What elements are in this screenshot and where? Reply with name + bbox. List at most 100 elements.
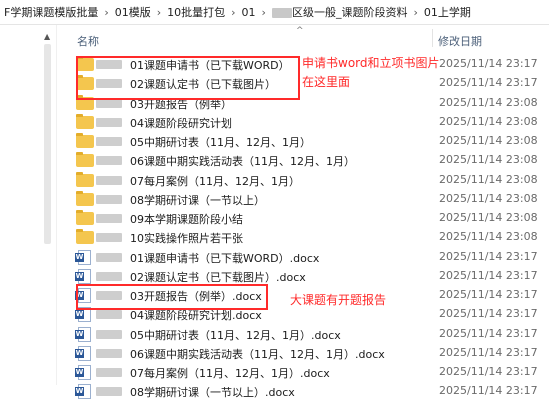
breadcrumb-item[interactable]: 01 [238,6,260,19]
file-name: 10实践操作照片若干张 [130,232,243,246]
modified-date: 2025/11/14 23:17 [439,384,538,398]
file-row[interactable]: 06课题中期实践活动表（11月、12月、1月）.docx 2025/11/14 2… [60,344,549,363]
folder-icon [76,229,94,245]
breadcrumb-item-label: F学期课题模版批量 [4,6,99,19]
breadcrumb: F学期课题模版批量 › 01模版 › 10批量打包 › 01 › 区级一般_课题阶段资料 › 01上… [0,0,549,25]
redacted-text [96,214,122,223]
folder-icon [76,190,94,206]
redacted-text [96,252,122,262]
file-row[interactable]: 07每月案例（11月、12月、1月）.docx 2025/11/14 23:17 [60,363,549,382]
folder-icon [76,210,94,225]
folder-icon [76,152,94,168]
annotation-bottom: 大课题有开题报告 [290,293,387,307]
redacted-text [96,348,122,358]
breadcrumb-item-label: 01模版 [114,6,151,19]
redacted-text [96,156,122,166]
breadcrumb-item-label: 10批量打包 [167,6,226,19]
word-doc-icon [75,345,91,361]
breadcrumb-separator-icon[interactable]: › [229,6,237,19]
sort-caret-icon: ^ [296,26,304,36]
modified-date: 2025/11/14 23:17 [439,365,538,378]
redacted-text [96,233,122,243]
redacted-text [96,387,122,397]
breadcrumb-separator-icon[interactable]: › [411,6,419,19]
redacted-text [96,368,122,377]
file-name: 05中期研讨表（11月、12月、1月） [130,136,311,149]
word-doc-icon [75,384,91,400]
annotation-top-line2: 在这里面 [302,75,351,89]
folder-icon [76,113,94,129]
file-name: 07每月案例（11月、12月、1月） [130,174,300,188]
scroll-up-arrow-icon[interactable]: ▲ [44,32,50,41]
modified-date: 2025/11/14 23:08 [439,191,538,205]
file-name: 06课题中期实践活动表（11月、12月、1月）.docx [130,347,385,361]
file-row[interactable]: 08学期研讨课（一节以上）.docx 2025/11/14 23:17 [60,382,549,401]
breadcrumb-separator-icon[interactable]: › [102,6,110,19]
redacted-text [96,271,122,281]
file-name: 09本学期课题阶段小结 [130,213,243,226]
modified-date: 2025/11/14 23:17 [439,326,538,340]
redacted-text [96,137,122,146]
column-header: 名称 ^ 修改日期 [60,25,549,51]
word-doc-icon [75,249,91,265]
modified-date: 2025/11/14 23:17 [439,345,538,359]
breadcrumb-separator-icon[interactable]: › [155,6,163,19]
modified-date: 2025/11/14 23:08 [439,172,538,186]
redacted-text [96,329,122,339]
file-name: 05中期研讨表（11月、12月、1月）.docx [130,328,341,342]
file-row[interactable]: 01课题申请书（已下载WORD）.docx 2025/11/14 23:17 [60,248,549,267]
file-name: 08学期研讨课（一节以上） [130,193,265,207]
file-name: 01课题申请书（已下载WORD）.docx [130,251,320,265]
column-name-header[interactable]: 名称 [77,33,99,49]
file-name: 08学期研讨课（一节以上）.docx [130,386,295,400]
folder-icon [76,133,94,148]
folder-row[interactable]: 08学期研讨课（一节以上） 2025/11/14 23:08 [60,190,549,209]
folder-row[interactable]: 09本学期课题阶段小结 2025/11/14 23:08 [60,209,549,228]
breadcrumb-item-label: 区级一般_课题阶段资料 [291,6,408,19]
folder-row[interactable]: 10实践操作照片若干张 2025/11/14 23:08 [60,228,549,247]
modified-date: 2025/11/14 23:08 [439,95,538,109]
redacted-text [96,194,122,204]
redacted-text [96,175,122,185]
breadcrumb-item[interactable]: 10批量打包 [163,4,229,20]
modified-date: 2025/11/14 23:08 [439,230,538,244]
modified-date: 2025/11/14 23:17 [439,249,538,263]
breadcrumb-item-label: 01上学期 [423,6,471,19]
highlight-box-folders [76,56,300,100]
modified-date: 2025/11/14 23:08 [439,114,538,128]
redacted-text [96,310,122,320]
file-row[interactable]: 05中期研讨表（11月、12月、1月）.docx 2025/11/14 23:17 [60,325,549,344]
folder-icon [76,171,94,187]
redacted-text [271,8,292,18]
column-divider[interactable] [432,29,433,47]
modified-date: 2025/11/14 23:17 [439,288,538,301]
modified-date: 2025/11/14 23:17 [439,76,538,90]
redacted-text [96,117,122,127]
breadcrumb-item[interactable]: 01上学期 [420,4,475,20]
file-name: 04课题阶段研究计划 [130,116,232,130]
folder-row[interactable]: 06课题中期实践活动表（11月、12月、1月） 2025/11/14 23:08 [60,151,549,170]
folder-row[interactable]: 07每月案例（11月、12月、1月） 2025/11/14 23:08 [60,171,549,190]
folder-row[interactable]: 05中期研讨表（11月、12月、1月） 2025/11/14 23:08 [60,132,549,151]
annotation-top-line1: 申请书word和立项书图片 [302,56,440,70]
scrollbar[interactable] [44,44,51,244]
file-name: 06课题中期实践活动表（11月、12月、1月） [130,155,355,169]
highlight-box-docx [76,284,268,310]
modified-date: 2025/11/14 23:08 [439,153,538,167]
file-row[interactable]: 02课题认定书（已下载图片）.docx 2025/11/14 23:17 [60,267,549,286]
file-name: 02课题认定书（已下载图片）.docx [130,270,306,284]
modified-date: 2025/11/14 23:08 [439,134,538,147]
breadcrumb-item[interactable]: 区级一般_课题阶段资料 [268,4,412,20]
folder-row[interactable]: 04课题阶段研究计划 2025/11/14 23:08 [60,113,549,132]
column-date-header[interactable]: 修改日期 [438,33,482,49]
word-doc-icon [75,268,91,284]
breadcrumb-separator-icon[interactable]: › [260,6,268,19]
modified-date: 2025/11/14 23:08 [439,211,538,224]
modified-date: 2025/11/14 23:17 [439,57,538,70]
word-doc-icon [75,326,91,342]
breadcrumb-item[interactable]: 01模版 [111,4,155,20]
modified-date: 2025/11/14 23:17 [439,268,538,282]
breadcrumb-item[interactable]: F学期课题模版批量 [0,4,102,20]
file-name: 07每月案例（11月、12月、1月）.docx [130,367,330,380]
word-doc-icon [75,365,91,380]
